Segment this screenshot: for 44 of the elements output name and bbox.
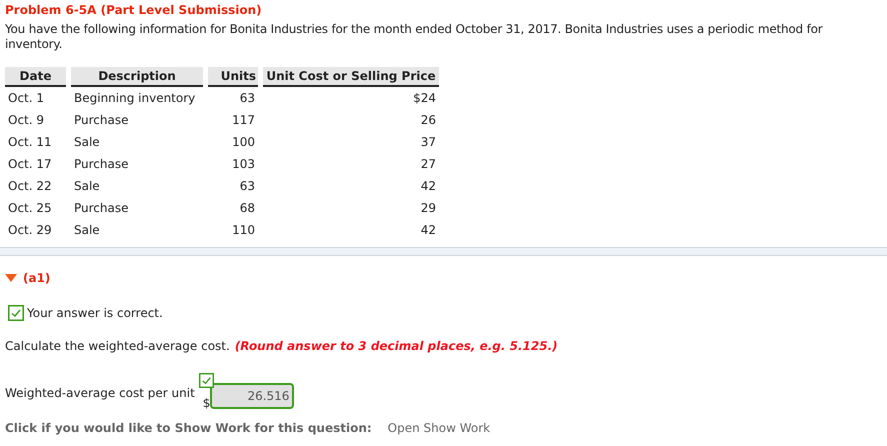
column-header: Description [71,67,203,87]
show-work-link[interactable]: Open Show Work [388,421,490,435]
table-cell-text: $24 [412,90,437,107]
table-cell-text: Sale [73,134,101,151]
table-cell-text: 117 [231,112,256,129]
table-cell-text: Oct. 9 [7,112,46,129]
table-cell-text: 103 [231,156,256,173]
table-cell-text: 110 [231,222,256,239]
problem-title: Problem 6-5A (Part Level Submission) [5,2,263,18]
intro-paragraph: You have the following information for Bonita Industries for the month ended October 31, 2017. Bonita Industries uses a periodic method for inventory. [5,22,824,52]
column-header: Unit Cost or Selling Price [263,67,439,87]
table-cell-text: 42 [420,222,437,239]
table-cell-text: 27 [420,156,437,173]
column-header: Units [208,67,258,87]
column-header: Date [5,67,66,87]
table-cell-text: 37 [420,134,437,151]
field-label: Weighted-average cost per unit [5,386,195,400]
table-cell-text: 26 [420,112,437,129]
table-cell-text: Purchase [73,156,130,173]
currency-sign: $ [202,396,210,410]
instruction-text: Calculate the weighted-average cost. [5,339,230,353]
feedback-message: Your answer is correct. [27,306,163,320]
table-cell-text: Oct. 11 [7,134,53,151]
table-cell-text: 63 [238,90,256,107]
table-cell-text: Oct. 22 [7,178,53,195]
table-cell-text: Oct. 1 [7,90,46,107]
table-cell-text: Oct. 25 [7,200,53,217]
table-cell-text: 68 [238,200,256,217]
table-cell-text: Oct. 17 [7,156,53,173]
rounding-hint: (Round answer to 3 decimal places, e.g. 5.125.) [234,339,558,353]
show-work-prompt: Click if you would like to Show Work for this question: [5,421,372,435]
table-cell-text: Beginning inventory [73,90,196,107]
table-cell-text: Purchase [73,200,130,217]
table-cell-text: Sale [73,222,101,239]
table-cell-text: 42 [420,178,437,195]
table-cell-text: 63 [238,178,256,195]
caret-down-icon[interactable] [5,274,17,282]
table-cell-text: Oct. 29 [7,222,53,239]
table-cell-text: Sale [73,178,101,195]
table-cell-text: 29 [420,200,437,217]
table-cell-text: Purchase [73,112,130,129]
part-label[interactable]: (a1) [23,271,50,285]
answer-field[interactable]: 26.516 [210,383,294,409]
table-cell-text: 100 [231,134,256,151]
